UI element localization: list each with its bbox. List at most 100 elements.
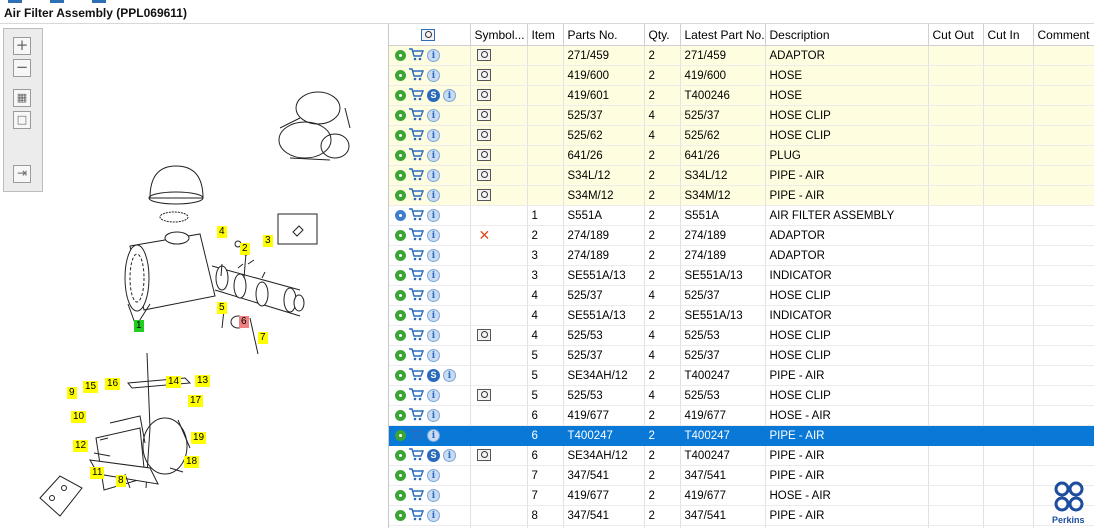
callout-17[interactable]: 17 bbox=[188, 395, 204, 407]
cart-icon[interactable] bbox=[409, 267, 425, 284]
info-icon[interactable]: i bbox=[427, 349, 440, 362]
table-row[interactable]: i 6 T400247 2 T400247 PIPE - AIR bbox=[389, 425, 1094, 446]
callout-2[interactable]: 2 bbox=[240, 243, 250, 255]
column-header-symbol[interactable]: Symbol... bbox=[470, 24, 528, 46]
table-row[interactable]: i 3 SE551A/13 2 SE551A/13 INDICATOR bbox=[389, 265, 1094, 286]
table-row[interactable]: Si 419/601 2 T400246 HOSE bbox=[389, 85, 1094, 106]
callout-11[interactable]: 11 bbox=[90, 467, 105, 479]
magnifier-icon[interactable] bbox=[476, 69, 491, 82]
info-icon[interactable]: i bbox=[427, 329, 440, 342]
callout-7[interactable]: 7 bbox=[258, 332, 268, 344]
callout-16[interactable]: 16 bbox=[105, 378, 121, 390]
cart-icon[interactable] bbox=[409, 427, 425, 444]
gear-icon[interactable] bbox=[395, 230, 406, 241]
column-header-latest-part-no[interactable]: Latest Part No. bbox=[680, 24, 766, 46]
cart-icon[interactable] bbox=[409, 487, 425, 504]
column-header-parts-no[interactable]: Parts No. bbox=[563, 24, 645, 46]
gear-icon[interactable] bbox=[395, 310, 406, 321]
magnifier-icon[interactable] bbox=[476, 449, 491, 462]
column-header-qty[interactable]: Qty. bbox=[644, 24, 681, 46]
callout-14[interactable]: 14 bbox=[166, 376, 182, 388]
magnifier-icon[interactable] bbox=[476, 189, 491, 202]
supersession-icon[interactable]: S bbox=[427, 449, 440, 462]
column-header-description[interactable]: Description bbox=[765, 24, 929, 46]
gear-icon[interactable] bbox=[395, 170, 406, 181]
fit-view-button[interactable]: ▦ bbox=[13, 89, 31, 107]
cart-icon[interactable] bbox=[409, 147, 425, 164]
gear-icon[interactable] bbox=[395, 390, 406, 401]
gear-icon[interactable] bbox=[395, 210, 406, 221]
zoom-out-button[interactable]: − bbox=[13, 59, 31, 77]
column-header-actions[interactable] bbox=[389, 24, 471, 46]
column-header-cut-in[interactable]: Cut In bbox=[983, 24, 1034, 46]
callout-1[interactable]: 1 bbox=[134, 320, 144, 332]
info-icon[interactable]: i bbox=[427, 489, 440, 502]
callout-8[interactable]: 8 bbox=[116, 475, 126, 487]
cart-icon[interactable] bbox=[409, 287, 425, 304]
table-row[interactable]: i 7 347/541 2 347/541 PIPE - AIR bbox=[389, 465, 1094, 486]
gear-icon[interactable] bbox=[395, 250, 406, 261]
cart-icon[interactable] bbox=[409, 247, 425, 264]
table-row[interactable]: Si 5 SE34AH/12 2 T400247 PIPE - AIR bbox=[389, 365, 1094, 386]
info-icon[interactable]: i bbox=[427, 289, 440, 302]
callout-9[interactable]: 9 bbox=[67, 387, 77, 399]
magnifier-icon[interactable] bbox=[476, 109, 491, 122]
cart-icon[interactable] bbox=[409, 367, 425, 384]
table-row[interactable]: Si 6 SE34AH/12 2 T400247 PIPE - AIR bbox=[389, 445, 1094, 466]
info-icon[interactable]: i bbox=[427, 49, 440, 62]
cart-icon[interactable] bbox=[409, 347, 425, 364]
table-row[interactable]: i 4 525/37 4 525/37 HOSE CLIP bbox=[389, 285, 1094, 306]
gear-icon[interactable] bbox=[395, 370, 406, 381]
magnifier-icon[interactable] bbox=[476, 389, 491, 402]
supersession-icon[interactable]: S bbox=[427, 89, 440, 102]
gear-icon[interactable] bbox=[395, 110, 406, 121]
magnifier-icon[interactable] bbox=[476, 149, 491, 162]
table-row[interactable]: i 5 525/53 4 525/53 HOSE CLIP bbox=[389, 385, 1094, 406]
info-icon[interactable]: i bbox=[443, 89, 456, 102]
magnifier-icon[interactable] bbox=[476, 169, 491, 182]
gear-icon[interactable] bbox=[395, 70, 406, 81]
cart-icon[interactable] bbox=[409, 47, 425, 64]
callout-3[interactable]: 3 bbox=[263, 235, 273, 247]
table-row[interactable]: i 1 S551A 2 S551A AIR FILTER ASSEMBLY bbox=[389, 205, 1094, 226]
cart-icon[interactable] bbox=[409, 107, 425, 124]
table-row[interactable]: i 525/37 4 525/37 HOSE CLIP bbox=[389, 105, 1094, 126]
info-icon[interactable]: i bbox=[427, 129, 440, 142]
table-row[interactable]: i 419/600 2 419/600 HOSE bbox=[389, 65, 1094, 86]
actual-size-button[interactable]: □ bbox=[13, 111, 31, 129]
info-icon[interactable]: i bbox=[427, 309, 440, 322]
table-row[interactable]: i 5 525/37 4 525/37 HOSE CLIP bbox=[389, 345, 1094, 366]
gear-icon[interactable] bbox=[395, 290, 406, 301]
gear-icon[interactable] bbox=[395, 490, 406, 501]
gear-icon[interactable] bbox=[395, 50, 406, 61]
gear-icon[interactable] bbox=[395, 470, 406, 481]
callout-19[interactable]: 19 bbox=[191, 432, 207, 444]
gear-icon[interactable] bbox=[395, 410, 406, 421]
callout-5[interactable]: 5 bbox=[217, 302, 227, 314]
gear-icon[interactable] bbox=[395, 190, 406, 201]
callout-18[interactable]: 18 bbox=[184, 456, 200, 468]
info-icon[interactable]: i bbox=[427, 109, 440, 122]
column-header-item[interactable]: Item bbox=[527, 24, 564, 46]
table-row[interactable]: i 641/26 2 641/26 PLUG bbox=[389, 145, 1094, 166]
cart-icon[interactable] bbox=[409, 447, 425, 464]
info-icon[interactable]: i bbox=[427, 389, 440, 402]
gear-icon[interactable] bbox=[395, 430, 406, 441]
table-row[interactable]: i 4 525/53 4 525/53 HOSE CLIP bbox=[389, 325, 1094, 346]
cart-icon[interactable] bbox=[409, 87, 425, 104]
magnifier-icon[interactable] bbox=[476, 49, 491, 62]
export-icon[interactable]: ⇥ bbox=[13, 165, 31, 183]
gear-icon[interactable] bbox=[395, 330, 406, 341]
table-row[interactable]: i 7 419/677 2 419/677 HOSE - AIR bbox=[389, 485, 1094, 506]
info-icon[interactable]: i bbox=[427, 169, 440, 182]
gear-icon[interactable] bbox=[395, 270, 406, 281]
cart-icon[interactable] bbox=[409, 507, 425, 524]
info-icon[interactable]: i bbox=[427, 229, 440, 242]
gear-icon[interactable] bbox=[395, 450, 406, 461]
table-row[interactable]: i S34L/12 2 S34L/12 PIPE - AIR bbox=[389, 165, 1094, 186]
cart-icon[interactable] bbox=[409, 207, 425, 224]
callout-12[interactable]: 12 bbox=[73, 440, 89, 452]
magnifier-icon[interactable] bbox=[476, 89, 491, 102]
supersession-icon[interactable]: S bbox=[427, 369, 440, 382]
table-row[interactable]: i 8 347/541 2 347/541 PIPE - AIR bbox=[389, 505, 1094, 526]
